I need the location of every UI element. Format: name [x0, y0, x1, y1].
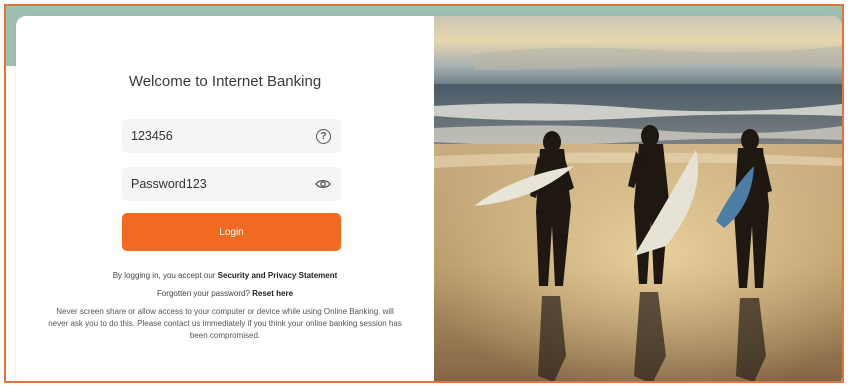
- password-field[interactable]: [122, 167, 341, 201]
- terms-notice: By logging in, you accept our Security a…: [16, 271, 434, 280]
- username-field[interactable]: ?: [122, 119, 341, 153]
- login-pane: Welcome to Internet Banking ? Login By l…: [16, 16, 434, 381]
- login-button[interactable]: Login: [122, 213, 341, 251]
- beach-surfers-photo: [434, 16, 842, 381]
- beach-surfers-image: [434, 16, 842, 381]
- forgot-prefix: Forgotten your password?: [156, 289, 250, 298]
- username-input[interactable]: [131, 129, 301, 143]
- password-input[interactable]: [131, 177, 301, 191]
- terms-prefix: By logging in, you accept our: [112, 271, 216, 280]
- security-privacy-link[interactable]: Security and Privacy Statement: [218, 271, 338, 280]
- question-circle-icon[interactable]: ?: [316, 128, 331, 144]
- eye-icon[interactable]: [315, 178, 331, 190]
- login-card: Welcome to Internet Banking ? Login By l…: [16, 16, 842, 381]
- page-frame: Welcome to Internet Banking ? Login By l…: [4, 4, 844, 383]
- security-warning: Never screen share or allow access to yo…: [48, 307, 402, 340]
- reset-password-link[interactable]: Reset here: [252, 289, 293, 298]
- welcome-title: Welcome to Internet Banking: [128, 73, 322, 90]
- forgot-password-row: Forgotten your password? Reset here: [16, 289, 434, 298]
